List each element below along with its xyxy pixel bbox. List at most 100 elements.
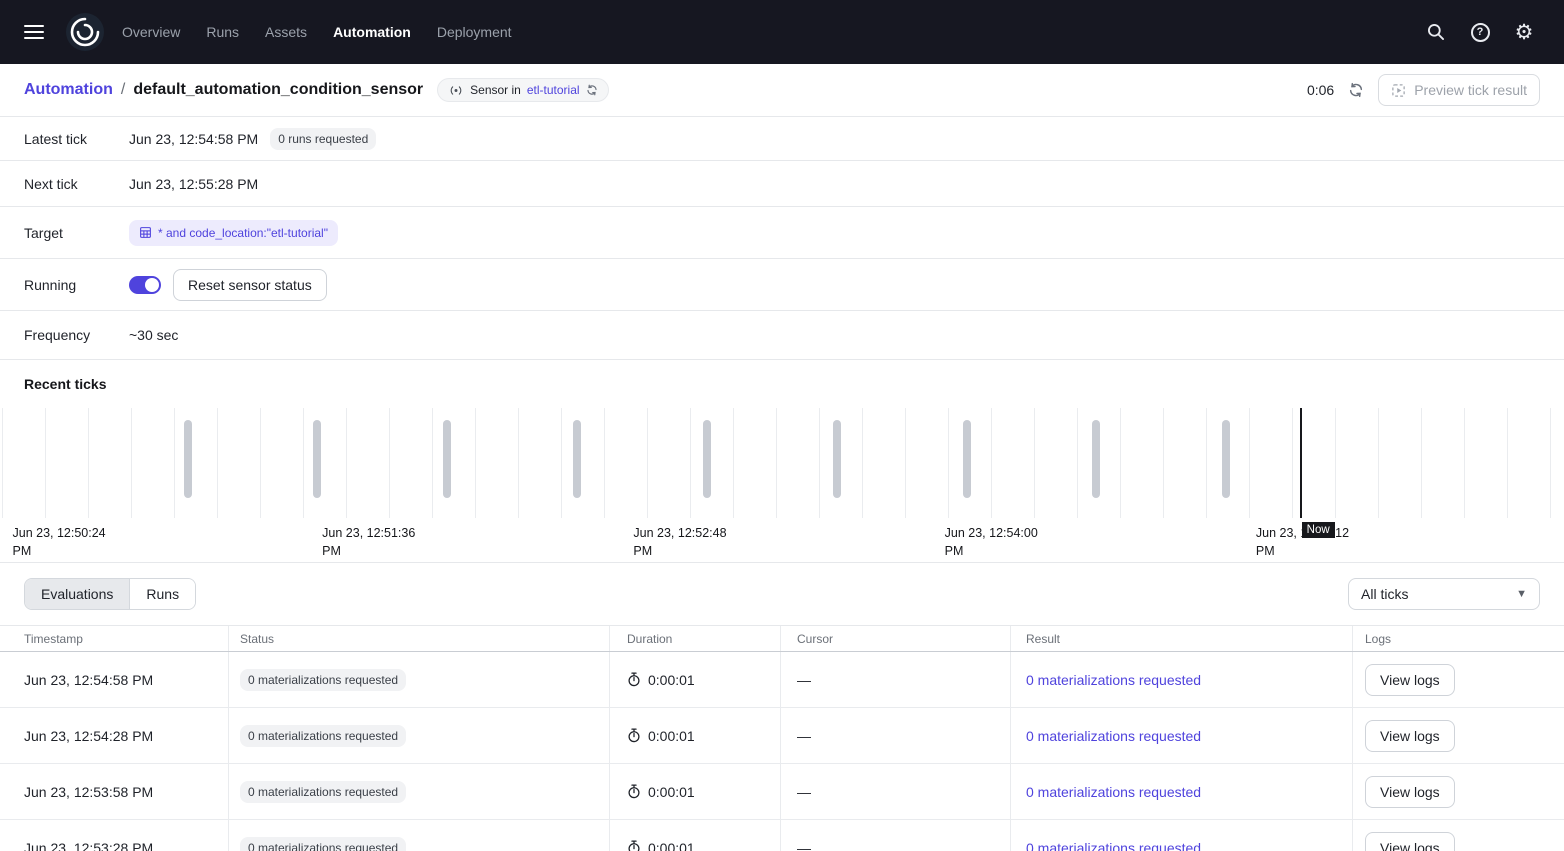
cell-timestamp: Jun 23, 12:53:28 PM: [0, 820, 229, 851]
tab-evaluations[interactable]: Evaluations: [25, 579, 129, 609]
cell-status: 0 materializations requested: [229, 820, 610, 851]
asset-selection-chip[interactable]: * and code_location:"etl-tutorial": [129, 220, 338, 246]
breadcrumb-automation-link[interactable]: Automation: [24, 81, 113, 99]
tick-bar[interactable]: [1092, 420, 1100, 498]
breadcrumb-separator: /: [121, 81, 125, 99]
sensor-location-badge: Sensor in etl-tutorial: [437, 78, 608, 102]
tick-bar[interactable]: [573, 420, 581, 498]
axis-ticks: [0, 510, 1564, 518]
col-timestamp: Timestamp: [0, 626, 229, 651]
status-badge: 0 materializations requested: [240, 837, 406, 851]
view-logs-button[interactable]: View logs: [1365, 832, 1455, 851]
nav-item-assets[interactable]: Assets: [265, 24, 307, 40]
tick-bar[interactable]: [184, 420, 192, 498]
tick-bar[interactable]: [703, 420, 711, 498]
menu-icon[interactable]: [20, 14, 56, 50]
preview-icon: [1391, 83, 1406, 98]
settings-gear-icon[interactable]: ⚙: [1508, 16, 1540, 48]
status-badge: 0 materializations requested: [240, 725, 406, 747]
nav-item-runs[interactable]: Runs: [206, 24, 239, 40]
col-logs: Logs: [1353, 626, 1564, 651]
running-toggle[interactable]: [129, 276, 161, 294]
tick-bar[interactable]: [963, 420, 971, 498]
cell-logs: View logs: [1353, 652, 1564, 707]
result-link[interactable]: 0 materializations requested: [1026, 784, 1201, 800]
evaluations-table: Timestamp Status Duration Cursor Result …: [0, 625, 1564, 851]
col-cursor: Cursor: [781, 626, 1011, 651]
table-row: Jun 23, 12:54:28 PM 0 materializations r…: [0, 708, 1564, 764]
stopwatch-icon: [627, 840, 641, 851]
asset-selection-text: * and code_location:"etl-tutorial": [158, 226, 328, 240]
chevron-down-icon: ▼: [1516, 588, 1527, 600]
cell-cursor: —: [781, 820, 1011, 851]
tab-runs[interactable]: Runs: [129, 579, 195, 609]
cell-result: 0 materializations requested: [1011, 708, 1353, 763]
cell-logs: View logs: [1353, 708, 1564, 763]
col-result: Result: [1011, 626, 1353, 651]
cell-logs: View logs: [1353, 764, 1564, 819]
cell-duration: 0:00:01: [610, 764, 781, 819]
header-actions: 0:06 Preview tick result: [1307, 74, 1540, 106]
code-location-link[interactable]: etl-tutorial: [527, 83, 580, 97]
cell-cursor: —: [781, 652, 1011, 707]
now-line: [1300, 408, 1302, 518]
cell-status: 0 materializations requested: [229, 708, 610, 763]
table-row: Jun 23, 12:53:28 PM 0 materializations r…: [0, 820, 1564, 851]
tick-bar[interactable]: [443, 420, 451, 498]
dagster-logo-icon[interactable]: [66, 13, 104, 51]
cell-duration: 0:00:01: [610, 652, 781, 707]
nav-item-automation[interactable]: Automation: [333, 24, 411, 40]
reset-sensor-status-button[interactable]: Reset sensor status: [173, 269, 327, 301]
refresh-icon[interactable]: [1346, 80, 1366, 100]
running-row: Running Reset sensor status: [0, 259, 1564, 311]
top-nav: Overview Runs Assets Automation Deployme…: [0, 0, 1564, 64]
stopwatch-icon: [627, 784, 641, 799]
cell-duration: 0:00:01: [610, 708, 781, 763]
tick-countdown: 0:06: [1307, 82, 1334, 98]
view-segmented-control: Evaluations Runs: [24, 578, 196, 610]
runs-requested-badge: 0 runs requested: [270, 128, 376, 150]
recent-ticks-title: Recent ticks: [0, 360, 1564, 408]
sensor-badge-label: Sensor in: [470, 83, 521, 97]
view-logs-button[interactable]: View logs: [1365, 776, 1455, 808]
stopwatch-icon: [627, 728, 641, 743]
preview-button-label: Preview tick result: [1414, 82, 1527, 98]
table-header-row: Timestamp Status Duration Cursor Result …: [0, 625, 1564, 652]
latest-tick-label: Latest tick: [24, 131, 129, 147]
view-logs-button[interactable]: View logs: [1365, 720, 1455, 752]
search-icon[interactable]: [1420, 16, 1452, 48]
cell-duration: 0:00:01: [610, 820, 781, 851]
table-row: Jun 23, 12:53:58 PM 0 materializations r…: [0, 764, 1564, 820]
result-link[interactable]: 0 materializations requested: [1026, 840, 1201, 851]
table-grid-icon: [139, 226, 152, 239]
nav-items: Overview Runs Assets Automation Deployme…: [122, 24, 512, 40]
sync-icon[interactable]: [586, 84, 598, 96]
running-label: Running: [24, 277, 129, 293]
next-tick-value: Jun 23, 12:55:28 PM: [129, 176, 258, 192]
target-row: Target * and code_location:"etl-tutorial…: [0, 207, 1564, 259]
cell-cursor: —: [781, 764, 1011, 819]
col-duration: Duration: [610, 626, 781, 651]
nav-item-overview[interactable]: Overview: [122, 24, 180, 40]
help-icon[interactable]: ?: [1464, 16, 1496, 48]
tick-bar[interactable]: [313, 420, 321, 498]
cell-timestamp: Jun 23, 12:54:28 PM: [0, 708, 229, 763]
preview-tick-result-button[interactable]: Preview tick result: [1378, 74, 1540, 106]
cell-status: 0 materializations requested: [229, 764, 610, 819]
view-logs-button[interactable]: View logs: [1365, 664, 1455, 696]
tick-filter-select[interactable]: All ticks ▼: [1348, 578, 1540, 610]
cell-result: 0 materializations requested: [1011, 652, 1353, 707]
tick-bar[interactable]: [833, 420, 841, 498]
tick-bar[interactable]: [1222, 420, 1230, 498]
stopwatch-icon: [627, 672, 641, 687]
col-status: Status: [229, 626, 610, 651]
nav-item-deployment[interactable]: Deployment: [437, 24, 512, 40]
result-link[interactable]: 0 materializations requested: [1026, 672, 1201, 688]
cell-cursor: —: [781, 708, 1011, 763]
nav-right-icons: ? ⚙: [1420, 16, 1548, 48]
axis-label: Jun 23, 12:52:48 PM: [633, 524, 741, 560]
result-link[interactable]: 0 materializations requested: [1026, 728, 1201, 744]
recent-ticks-axis: Now Jun 23, 12:50:24 PMJun 23, 12:51:36 …: [0, 518, 1564, 562]
cell-result: 0 materializations requested: [1011, 820, 1353, 851]
latest-tick-row: Latest tick Jun 23, 12:54:58 PM 0 runs r…: [0, 117, 1564, 161]
